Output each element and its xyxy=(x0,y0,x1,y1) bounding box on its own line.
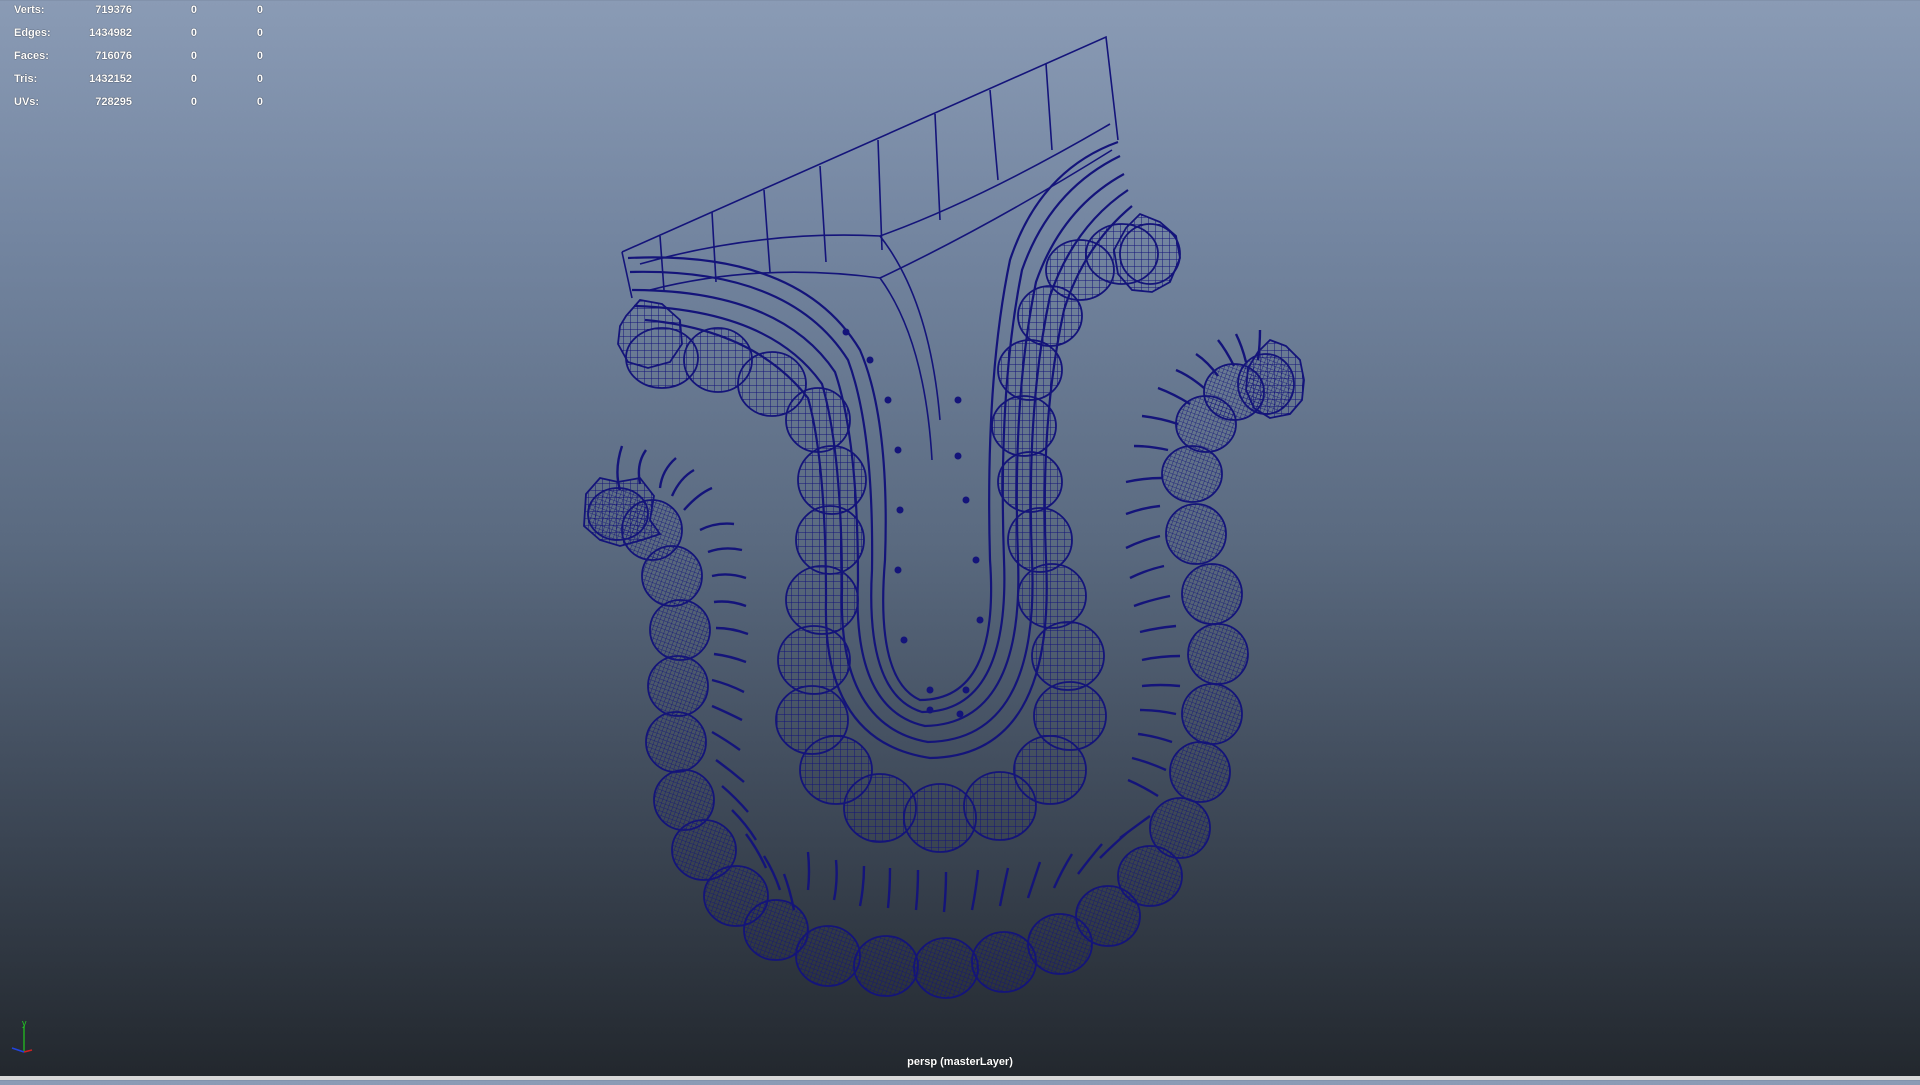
hud-value-extra: 0 xyxy=(256,50,263,62)
hud-row: Faces: 716076 0 0 xyxy=(14,48,274,71)
hud-row: Tris: 1432152 0 0 xyxy=(14,71,274,94)
viewport-border xyxy=(0,1076,1920,1080)
hud-value-extra: 0 xyxy=(256,73,263,85)
camera-label: persp (masterLayer) xyxy=(907,1056,1013,1068)
hud-row: Edges: 1434982 0 0 xyxy=(14,25,274,48)
axis-y-label: y xyxy=(22,1020,27,1028)
hud-value-extra: 0 xyxy=(256,27,263,39)
wireframe-model[interactable] xyxy=(0,0,1920,1080)
viewport-3d[interactable] xyxy=(0,0,1920,1080)
poly-count-hud: Verts: 719376 0 0 Edges: 1434982 0 0 Faces: 71607… xyxy=(14,2,274,117)
hud-value-extra: 0 xyxy=(256,96,263,108)
axis-x-line xyxy=(23,1049,33,1053)
axis-gizmo-icon: y xyxy=(11,1020,33,1053)
outer-body xyxy=(587,353,1295,999)
hud-value-extra: 0 xyxy=(256,4,263,16)
axis-z-line xyxy=(11,1047,25,1053)
hud-row: UVs: 728295 0 0 xyxy=(14,94,274,117)
hud-row: Verts: 719376 0 0 xyxy=(14,2,274,25)
